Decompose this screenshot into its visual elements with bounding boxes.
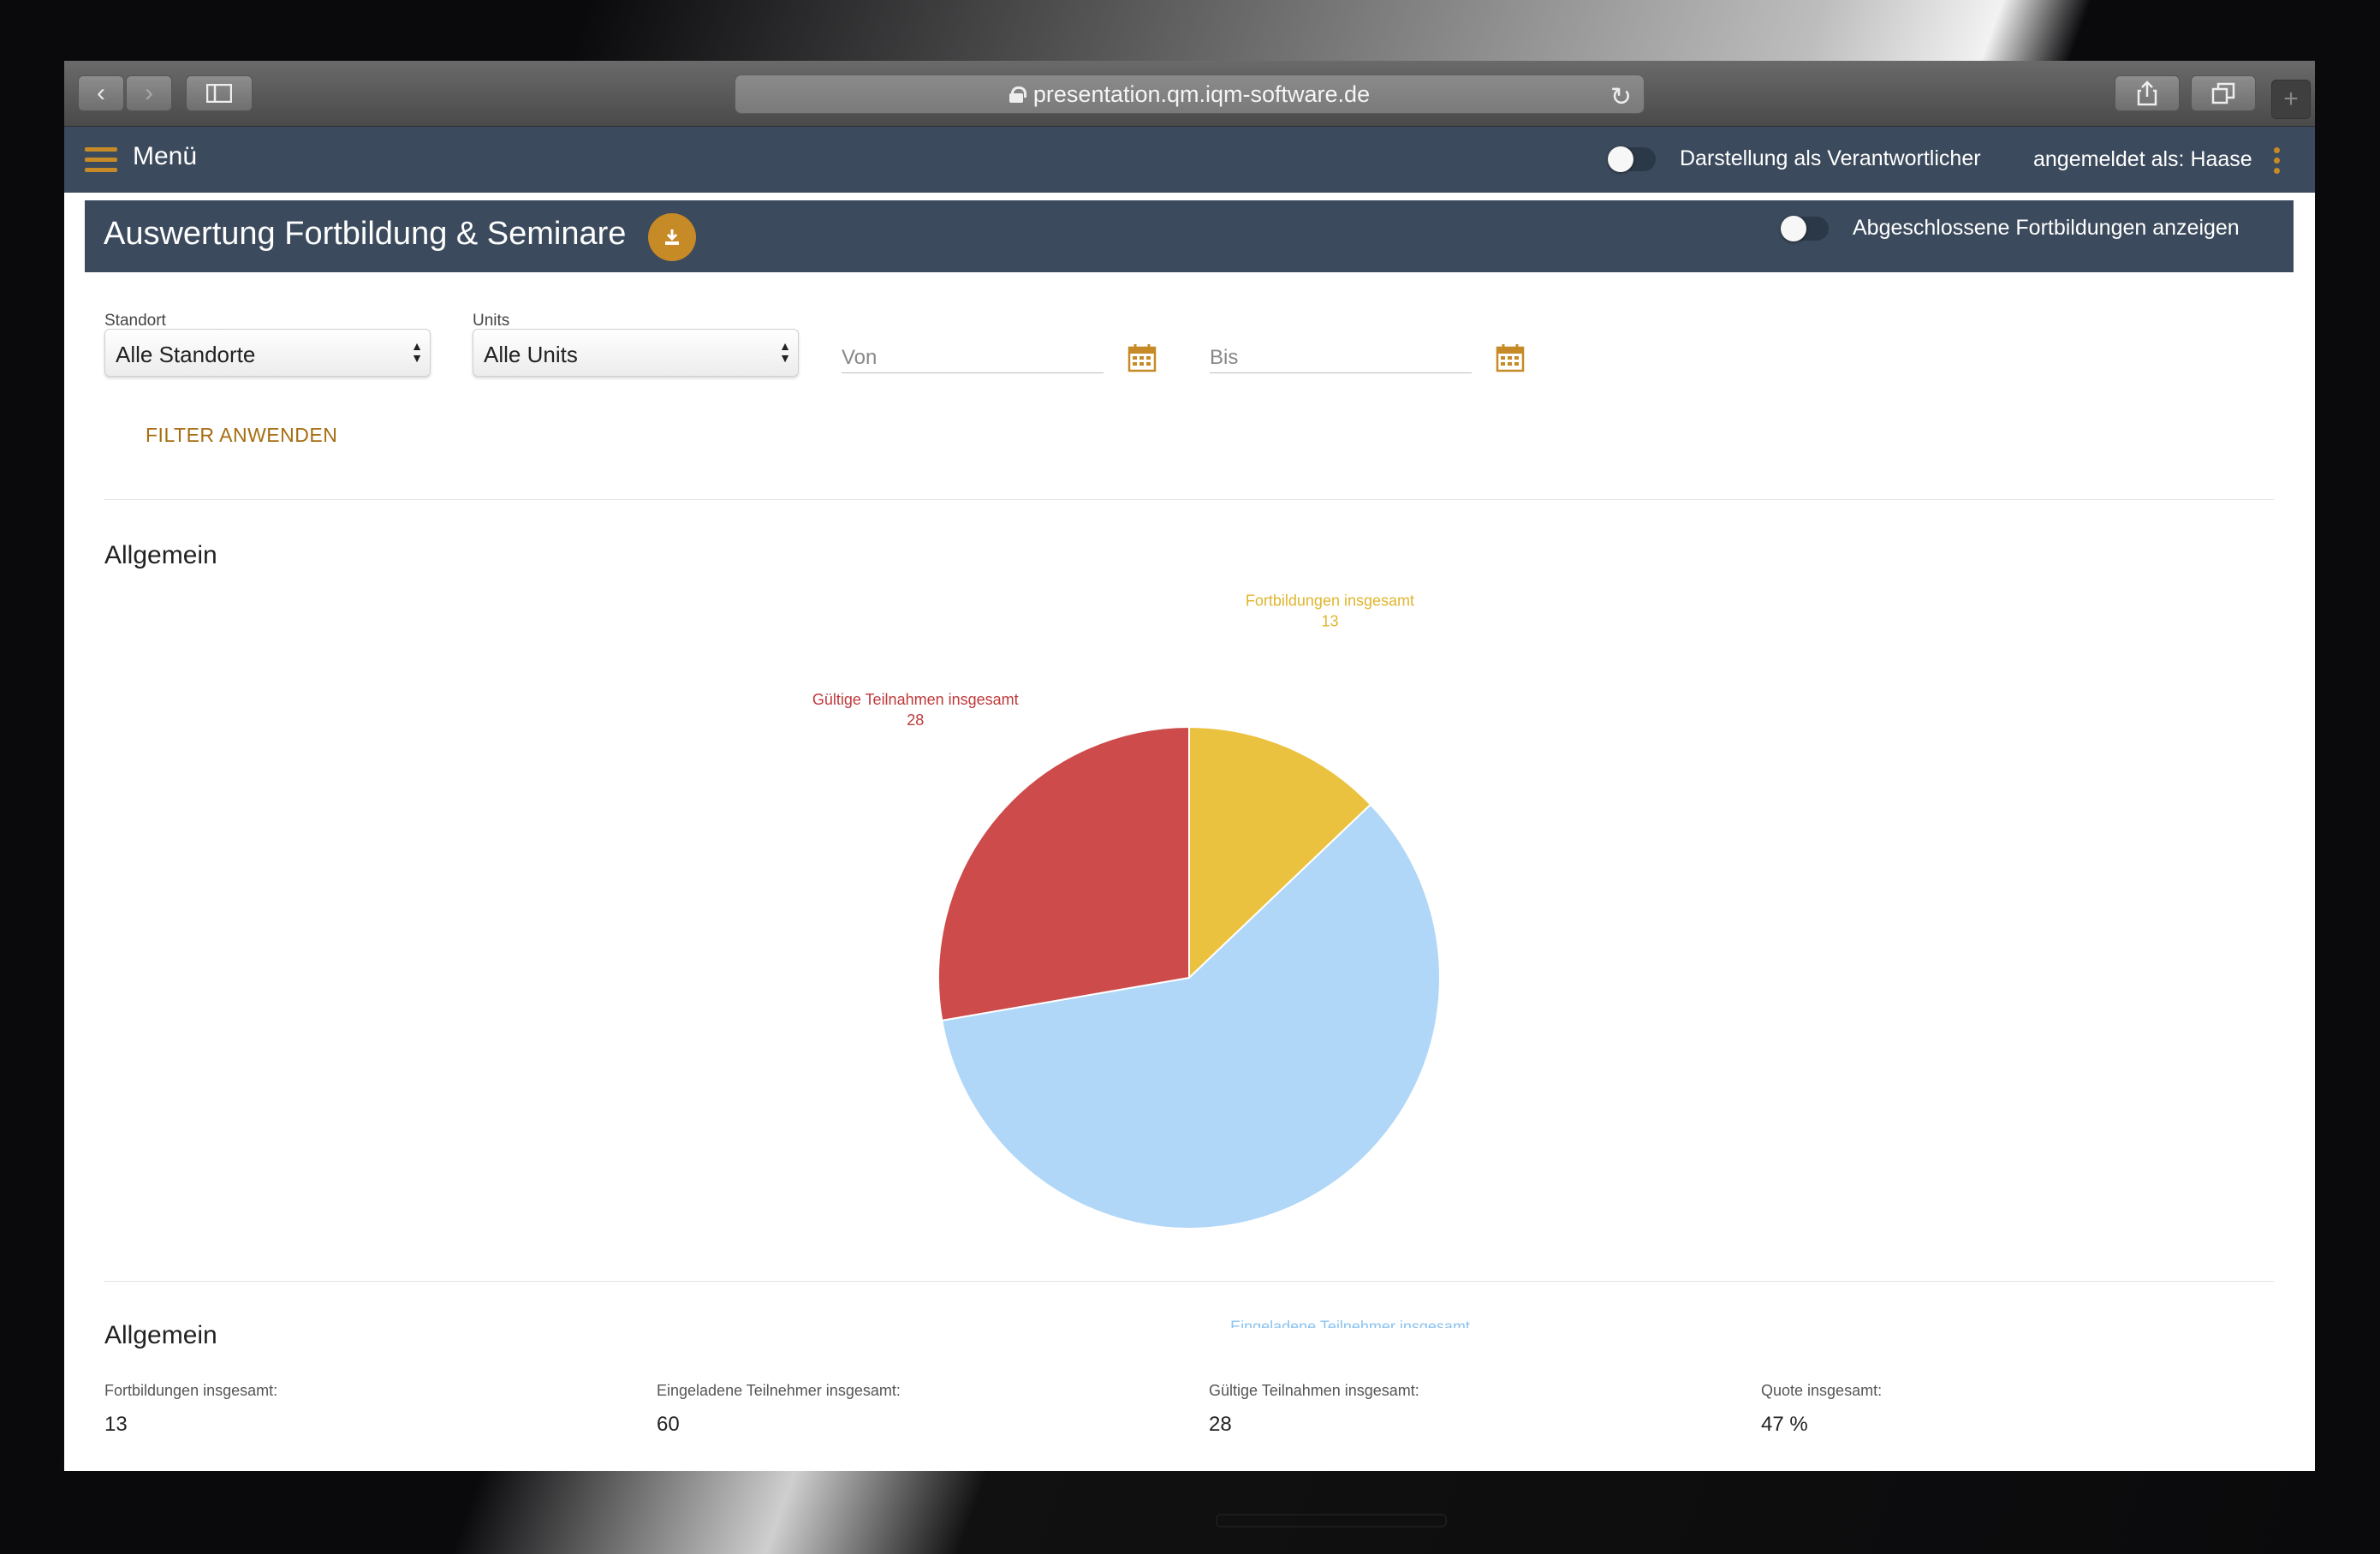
bis-date-input[interactable]: Bis — [1210, 334, 1472, 373]
standort-label: Standort — [104, 312, 166, 330]
divider — [104, 499, 2274, 500]
stat-label: Quote insgesamt: — [1761, 1382, 1883, 1399]
stat-label: Fortbildungen insgesamt: — [104, 1382, 278, 1399]
download-icon — [665, 229, 679, 245]
units-select[interactable]: Alle Units ▲ ▼ — [473, 329, 799, 377]
page-header: Auswertung Fortbildung & Seminare Abgesc… — [85, 200, 2294, 272]
standort-select[interactable]: Alle Standorte ▲ ▼ — [104, 329, 431, 377]
logged-in-label[interactable]: angemeldet als: Haase — [2033, 147, 2252, 172]
share-button[interactable] — [2115, 75, 2180, 111]
completed-toggle-label: Abgeschlossene Fortbildungen anzeigen — [1853, 216, 2240, 240]
stat-value: 28 — [1209, 1413, 1232, 1436]
select-arrows-icon: ▲ ▼ — [411, 339, 423, 365]
download-button[interactable] — [648, 213, 696, 261]
device-frame: ‹ › presentation.qm.iqm-software.de ↻ + … — [0, 0, 2380, 1554]
home-indicator — [1216, 1514, 1447, 1527]
url-text: presentation.qm.iqm-software.de — [1032, 80, 1371, 107]
stat-label: Eingeladene Teilnehmer insgesamt: — [657, 1382, 901, 1399]
pie-chart: Fortbildungen insgesamt 13 Eingeladene Tei… — [812, 592, 1470, 1356]
hamburger-icon[interactable] — [85, 147, 117, 173]
stat-value: 60 — [657, 1413, 680, 1436]
menu-label[interactable]: Menü — [133, 142, 197, 171]
units-value: Alle Units — [484, 342, 578, 367]
pie-label: Eingeladene Teilnehmer insgesamt — [1230, 1318, 1470, 1328]
chart-section-title: Allgemein — [104, 541, 217, 569]
tabs-button[interactable] — [2191, 75, 2256, 111]
stats-section-title: Allgemein — [104, 1321, 217, 1349]
share-icon — [2137, 80, 2157, 106]
pie-label: Fortbildungen insgesamt — [1246, 592, 1414, 610]
more-options-icon[interactable] — [2274, 147, 2281, 178]
bis-placeholder: Bis — [1210, 346, 1239, 369]
von-date-input[interactable]: Von — [842, 334, 1104, 373]
chevron-right-icon: › — [145, 79, 153, 107]
units-label: Units — [473, 312, 510, 330]
pie-slice[interactable] — [937, 725, 1190, 1022]
responsible-toggle-label: Darstellung als Verantwortlicher — [1680, 146, 1981, 170]
stat-value: 13 — [104, 1413, 128, 1436]
toggle-knob — [1608, 146, 1633, 172]
von-placeholder: Von — [842, 346, 878, 369]
browser-toolbar: ‹ › presentation.qm.iqm-software.de ↻ + — [64, 61, 2315, 127]
divider — [104, 1281, 2274, 1282]
calendar-icon[interactable] — [1496, 343, 1525, 372]
select-arrows-icon: ▲ ▼ — [779, 339, 791, 365]
standort-value: Alle Standorte — [116, 342, 256, 367]
tabs-icon — [2211, 82, 2235, 104]
forward-button[interactable]: › — [126, 75, 172, 111]
sidebar-button[interactable] — [186, 75, 253, 111]
calendar-icon[interactable] — [1128, 343, 1157, 372]
new-tab-button[interactable]: + — [2271, 80, 2311, 119]
lock-icon — [1009, 86, 1026, 103]
stat-label: Gültige Teilnahmen insgesamt: — [1209, 1382, 1419, 1399]
device-bezel-bottom — [0, 1471, 2380, 1554]
plus-icon: + — [2283, 85, 2299, 113]
toggle-knob — [1781, 216, 1806, 241]
pie-label: Gültige Teilnahmen insgesamt — [812, 691, 1019, 708]
page-title: Auswertung Fortbildung & Seminare — [104, 216, 627, 252]
pie-value-label: 13 — [1321, 613, 1338, 630]
completed-toggle[interactable] — [1781, 216, 1829, 241]
responsible-toggle[interactable] — [1608, 146, 1656, 172]
pie-chart-area: Fortbildungen insgesamt 13 Eingeladene Tei… — [64, 575, 2315, 1356]
address-bar[interactable]: presentation.qm.iqm-software.de ↻ — [735, 74, 1645, 114]
screen: ‹ › presentation.qm.iqm-software.de ↻ + … — [64, 61, 2315, 1471]
reload-icon[interactable]: ↻ — [1610, 82, 1632, 112]
chevron-left-icon: ‹ — [97, 79, 105, 107]
app-navbar: Menü Darstellung als Verantwortlicher an… — [64, 127, 2315, 193]
stat-value: 47 % — [1761, 1413, 1808, 1436]
apply-filter-button[interactable]: FILTER ANWENDEN — [146, 424, 337, 447]
back-button[interactable]: ‹ — [78, 75, 124, 111]
pie-value-label: 28 — [907, 712, 924, 729]
sidebar-icon — [206, 84, 232, 103]
